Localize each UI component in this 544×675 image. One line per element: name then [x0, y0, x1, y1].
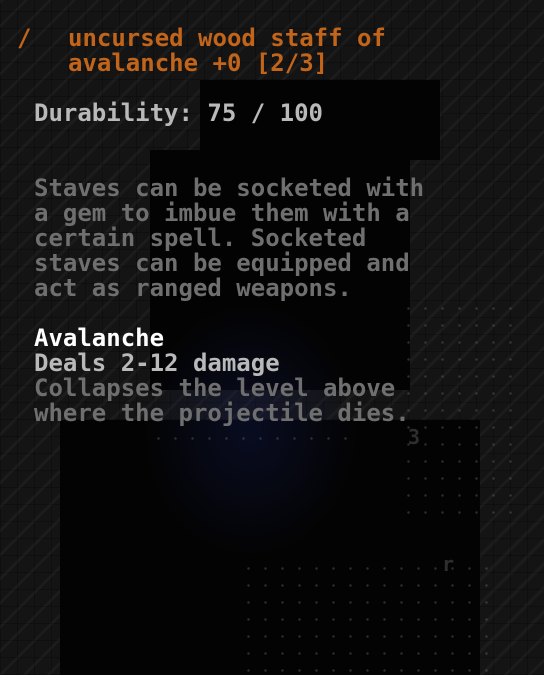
- description-line: certain spell. Socketed: [34, 224, 367, 252]
- spell-effect-line: Collapses the level above: [34, 374, 396, 402]
- floor-tiles: [240, 560, 490, 675]
- spell-damage: Deals 2-12 damage: [34, 349, 280, 377]
- map-glyph: r: [442, 552, 455, 576]
- spell-effect-line: where the projectile dies.: [34, 399, 410, 427]
- item-name-line-1: uncursed wood staff of: [68, 24, 386, 52]
- spell-name: Avalanche: [34, 324, 165, 352]
- description-line: act as ranged weapons.: [34, 274, 352, 302]
- description-line: a gem to imbue them with a: [34, 199, 410, 227]
- item-glyph: /: [17, 24, 32, 52]
- description-line: Staves can be socketed with: [34, 174, 425, 202]
- durability-text: Durability: 75 / 100: [34, 99, 323, 127]
- item-name-line-2: avalanche +0 [2/3]: [68, 49, 329, 77]
- game-screen: 3 r / uncursed wood staff of avalanche +…: [0, 0, 544, 675]
- item-tooltip: / uncursed wood staff of avalanche +0 [2…: [0, 0, 544, 450]
- description-line: staves can be equipped and: [34, 249, 410, 277]
